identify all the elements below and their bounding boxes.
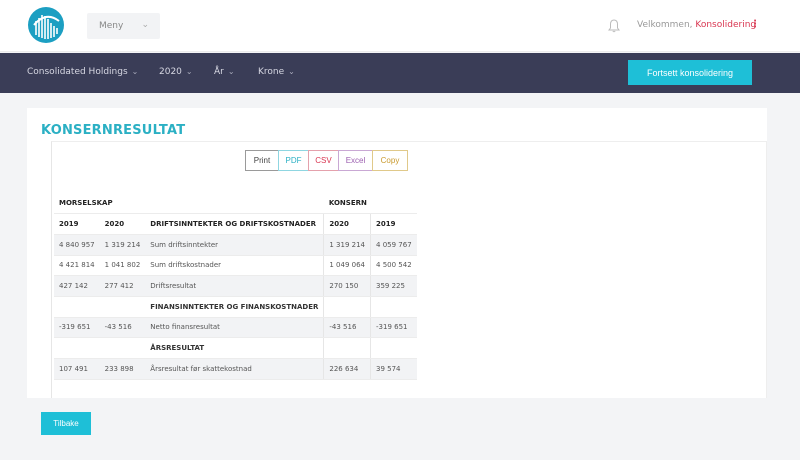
table-row: 4 421 814 1 041 802 Sum driftskostnader … — [54, 255, 417, 277]
welcome-prefix: Velkommen, — [637, 20, 696, 30]
table-cell: 4 059 767 — [370, 234, 417, 256]
table-year-header-row: 2019 2020 DRIFTSINNTEKTER OG DRIFTSKOSTN… — [54, 213, 417, 235]
table-cell: 107 491 — [54, 358, 100, 380]
row-label: Netto finansresultat — [145, 317, 324, 339]
income-statement-table: MORSELSKAP KONSERN 2019 2020 DRIFTSINNTE… — [54, 193, 417, 380]
back-button[interactable]: Tilbake — [41, 412, 91, 435]
table-cell: 1 319 214 — [323, 234, 371, 256]
chevron-down-icon: ⌄ — [141, 20, 149, 30]
year-selector-label: 2020 — [159, 67, 182, 77]
table-cell — [99, 337, 146, 359]
menu-dropdown-label: Meny — [99, 21, 124, 31]
table-cell: 4 840 957 — [54, 234, 100, 256]
continue-consolidation-button[interactable]: Fortsett konsolidering — [628, 60, 752, 85]
table-cell: 39 574 — [370, 358, 417, 380]
chevron-down-icon: ⌄ — [185, 67, 193, 76]
welcome-text: Velkommen, Konsolidering — [637, 20, 756, 30]
excel-button[interactable]: Excel — [338, 150, 373, 171]
table-cell: 4 500 542 — [370, 255, 417, 277]
row-label: Sum driftsinntekter — [145, 234, 324, 256]
table-cell: 1 319 214 — [99, 234, 146, 256]
table-cell — [99, 296, 146, 318]
table-group-header-row: MORSELSKAP KONSERN — [54, 193, 417, 215]
chevron-down-icon: ⌄ — [227, 67, 235, 76]
user-name-link[interactable]: Konsolidering — [695, 20, 756, 30]
export-button-group: Print PDF CSV Excel Copy — [245, 150, 408, 171]
table-cell: 226 634 — [323, 358, 371, 380]
col-header-konsern-2020: 2020 — [323, 213, 371, 235]
csv-button[interactable]: CSV — [308, 150, 339, 171]
company-logo[interactable] — [28, 7, 64, 43]
row-label: DRIFTSINNTEKTER OG DRIFTSKOSTNADER — [145, 213, 324, 235]
year-selector[interactable]: 2020 ⌄ — [159, 67, 193, 77]
print-button[interactable]: Print — [245, 150, 279, 171]
row-label: Driftsresultat — [145, 275, 324, 297]
period-selector-label: År — [214, 67, 224, 77]
chevron-down-icon: ⌄ — [131, 67, 139, 76]
table-cell: -43 516 — [99, 317, 146, 339]
section-label: ÅRSRESULTAT — [145, 337, 324, 359]
company-selector[interactable]: Consolidated Holdings ⌄ — [27, 67, 138, 77]
kebab-menu-icon[interactable]: ⋮ — [750, 19, 760, 30]
table-cell — [323, 337, 371, 359]
table-cell: 359 225 — [370, 275, 417, 297]
copy-button[interactable]: Copy — [372, 150, 408, 171]
page-title: KONSERNRESULTAT — [41, 123, 186, 138]
table-section-row: ÅRSRESULTAT — [54, 337, 417, 359]
period-selector[interactable]: År ⌄ — [214, 67, 235, 77]
currency-selector-label: Krone — [258, 67, 285, 77]
table-cell — [323, 296, 371, 318]
col-header-2019: 2019 — [54, 213, 100, 235]
table-cell: 270 150 — [323, 275, 371, 297]
table-cell — [145, 193, 324, 215]
menu-dropdown[interactable]: Meny ⌄ — [87, 13, 160, 39]
col-header-2020: 2020 — [99, 213, 146, 235]
table-cell: 233 898 — [99, 358, 146, 380]
group-header: KONSERN — [323, 193, 417, 215]
company-selector-label: Consolidated Holdings — [27, 67, 128, 77]
table-section-row: FINANSINNTEKTER OG FINANSKOSTNADER — [54, 296, 417, 318]
table-cell: 4 421 814 — [54, 255, 100, 277]
col-header-konsern-2019: 2019 — [370, 213, 417, 235]
table-row: 427 142 277 412 Driftsresultat 270 150 3… — [54, 275, 417, 297]
bell-icon[interactable] — [608, 19, 620, 33]
table-row: 107 491 233 898 Årsresultat før skatteko… — [54, 358, 417, 380]
table-cell: 1 041 802 — [99, 255, 146, 277]
chevron-down-icon: ⌄ — [288, 67, 295, 76]
table-cell: -319 651 — [54, 317, 100, 339]
table-cell: 427 142 — [54, 275, 100, 297]
table-cell — [370, 296, 417, 318]
parent-company-header: MORSELSKAP — [54, 193, 146, 215]
currency-selector[interactable]: Krone ⌄ — [258, 67, 295, 77]
table-cell — [54, 296, 100, 318]
table-cell: -43 516 — [323, 317, 371, 339]
table-cell — [370, 337, 417, 359]
table-cell: 1 049 064 — [323, 255, 371, 277]
table-cell — [54, 337, 100, 359]
table-cell: -319 651 — [370, 317, 417, 339]
section-label: FINANSINNTEKTER OG FINANSKOSTNADER — [145, 296, 324, 318]
top-header: Meny ⌄ Velkommen, Konsolidering ⋮ — [0, 0, 800, 52]
row-label: Sum driftskostnader — [145, 255, 324, 277]
table-cell: 277 412 — [99, 275, 146, 297]
table-row: 4 840 957 1 319 214 Sum driftsinntekter … — [54, 234, 417, 256]
pdf-button[interactable]: PDF — [278, 150, 309, 171]
row-label: Årsresultat før skattekostnad — [145, 358, 324, 380]
table-row: -319 651 -43 516 Netto finansresultat -4… — [54, 317, 417, 339]
